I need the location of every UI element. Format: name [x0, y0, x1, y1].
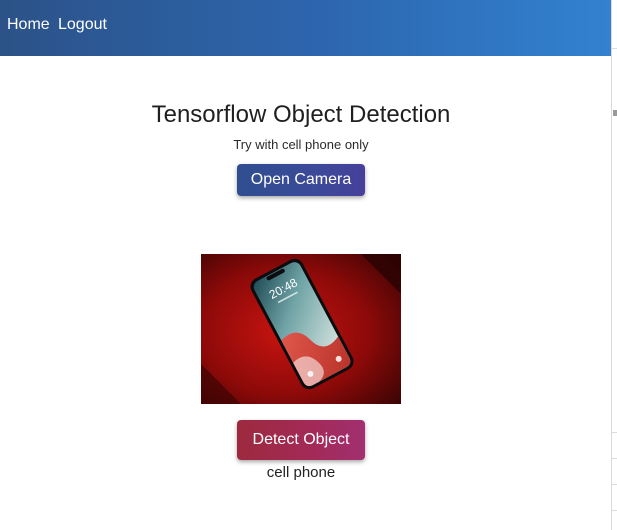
detection-result: cell phone — [266, 464, 336, 481]
open-camera-button[interactable]: Open Camera — [237, 164, 365, 196]
page-subtitle: Try with cell phone only — [233, 137, 369, 152]
collapse-arrow-icon[interactable] — [613, 110, 617, 116]
gutter-divider — [612, 432, 617, 433]
gutter-divider — [612, 458, 617, 459]
gutter-divider — [612, 48, 617, 49]
gutter-divider — [612, 484, 617, 485]
page-title: Tensorflow Object Detection — [151, 101, 451, 128]
nav-logout-link[interactable]: Logout — [58, 15, 107, 35]
main-content: Home Logout Tensorflow Object Detection … — [0, 0, 611, 530]
side-panel-edge — [611, 0, 617, 530]
nav-home-link[interactable]: Home — [7, 15, 50, 35]
app-page: Home Logout Tensorflow Object Detection … — [0, 0, 617, 530]
captured-photo: 20:48 — [201, 254, 401, 404]
gutter-divider — [612, 510, 617, 511]
detect-object-button[interactable]: Detect Object — [237, 420, 365, 460]
top-navbar: Home Logout — [0, 0, 611, 56]
